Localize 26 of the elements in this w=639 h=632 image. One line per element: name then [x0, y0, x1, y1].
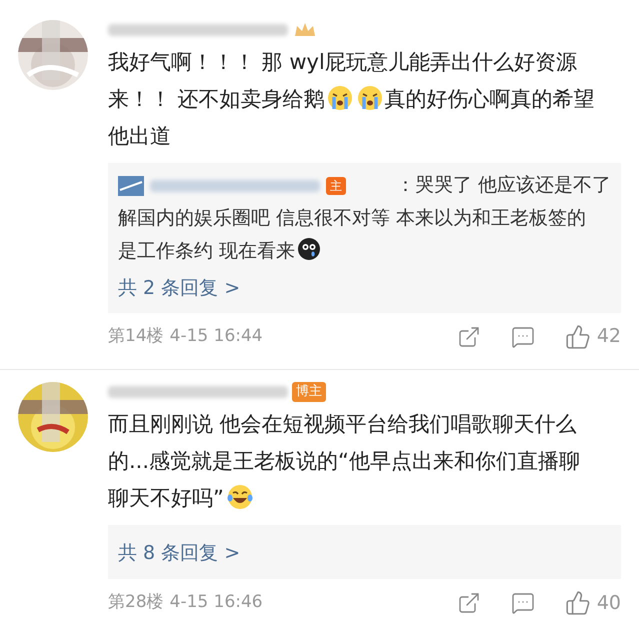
floor-number: 第28楼: [108, 591, 164, 614]
replies-link[interactable]: 共 2 条回复 >: [118, 274, 611, 302]
crown-icon: [292, 21, 318, 39]
comment-time: 4-15 16:44: [170, 324, 263, 348]
reply-avatar-icon: [118, 176, 144, 196]
share-icon[interactable]: [456, 324, 481, 348]
comment-icon[interactable]: [510, 591, 535, 615]
like-icon[interactable]: [564, 324, 591, 350]
like-count: 42: [596, 324, 621, 350]
crying-emoji-icon: [326, 85, 353, 111]
crying-face-icon: [297, 237, 322, 261]
like-icon[interactable]: [564, 590, 591, 616]
like-count: 40: [596, 590, 621, 616]
laughing-emoji-icon: [226, 484, 254, 510]
floor-number: 第14楼: [108, 324, 164, 348]
replies-link[interactable]: 共 8 条回复 >: [118, 538, 611, 567]
blogger-badge: 博主: [292, 382, 326, 402]
owner-badge: 主: [326, 176, 346, 194]
comment-icon[interactable]: [510, 324, 535, 348]
comment-text: 而且刚刚说 他会在短视频平台给我们唱歌聊天什么的...感觉就是王老板说的“他早点出来和你们直播聊聊天不好吗”: [108, 410, 581, 512]
comment-time: 4-15 16:46: [170, 591, 263, 614]
reply-text: ：哭哭了 他应该还是不了: [396, 173, 611, 198]
comment-text: 我好气啊！！！ 那 wyl屁玩意儿能弄出什么好资源来！！ 还不如卖身给鹅 真的好伤心啊真的希望他出道: [108, 49, 596, 150]
reply-text: 解国内的娱乐圈吧 信息很不对等 本来以为和王老板签的是工作条约 现在看来: [118, 206, 588, 264]
crying-emoji-icon: [356, 85, 383, 111]
share-icon[interactable]: [456, 591, 481, 615]
